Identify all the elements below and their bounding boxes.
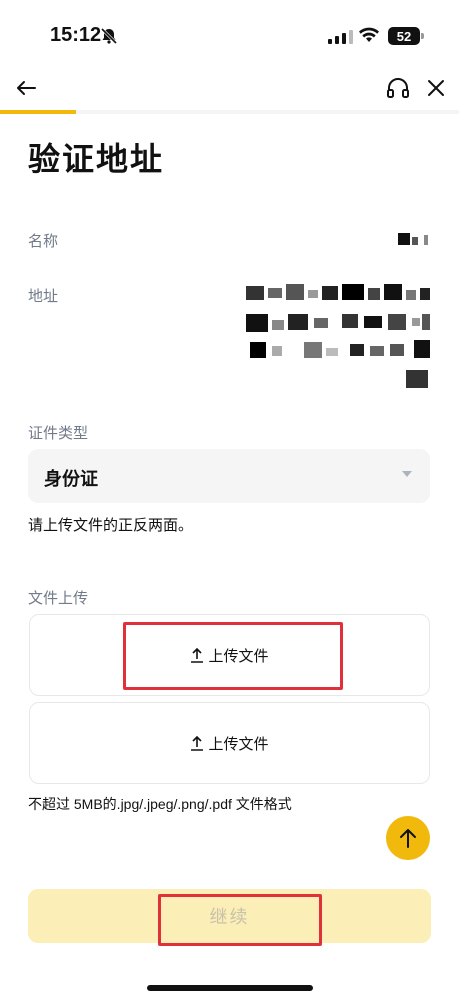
page-title: 验证地址 [28, 140, 165, 178]
progress-fill [0, 110, 76, 114]
status-bar: 15:12 52 [0, 0, 459, 70]
address-value-redacted [246, 284, 432, 388]
file-upload-label: 文件上传 [28, 589, 89, 607]
document-type-value: 身份证 [44, 469, 98, 490]
headset-support-icon[interactable] [384, 74, 412, 102]
highlight-box-upload [123, 622, 343, 690]
arrow-left-icon [17, 81, 36, 95]
highlight-box-continue [158, 894, 322, 946]
close-icon[interactable] [422, 74, 450, 102]
top-nav [0, 70, 459, 110]
cellular-signal-icon [328, 30, 353, 44]
file-format-note: 不超过 5MB的.jpg/.jpeg/.png/.pdf 文件格式 [28, 796, 292, 812]
upload-hint: 请上传文件的正反两面。 [28, 516, 194, 534]
name-label: 名称 [28, 232, 59, 250]
bell-muted-icon [100, 27, 118, 45]
document-type-label: 证件类型 [28, 424, 89, 442]
arrow-up-icon [400, 829, 416, 848]
caret-down-icon [402, 471, 412, 477]
wifi-icon [359, 27, 379, 42]
upload-icon [191, 735, 204, 751]
upload-back-box[interactable]: 上传文件 [29, 702, 430, 784]
scroll-to-top-button[interactable] [386, 816, 430, 860]
upload-file-button[interactable]: 上传文件 [190, 733, 269, 754]
progress-bar [0, 110, 459, 114]
home-indicator [147, 985, 313, 991]
status-time: 15:12 [50, 24, 102, 46]
name-value-redacted [396, 231, 432, 249]
address-label: 地址 [28, 287, 59, 305]
battery-indicator: 52 [388, 27, 424, 45]
upload-file-label: 上传文件 [208, 734, 269, 753]
back-button[interactable] [12, 74, 40, 102]
document-type-select[interactable]: 身份证 [28, 449, 430, 503]
